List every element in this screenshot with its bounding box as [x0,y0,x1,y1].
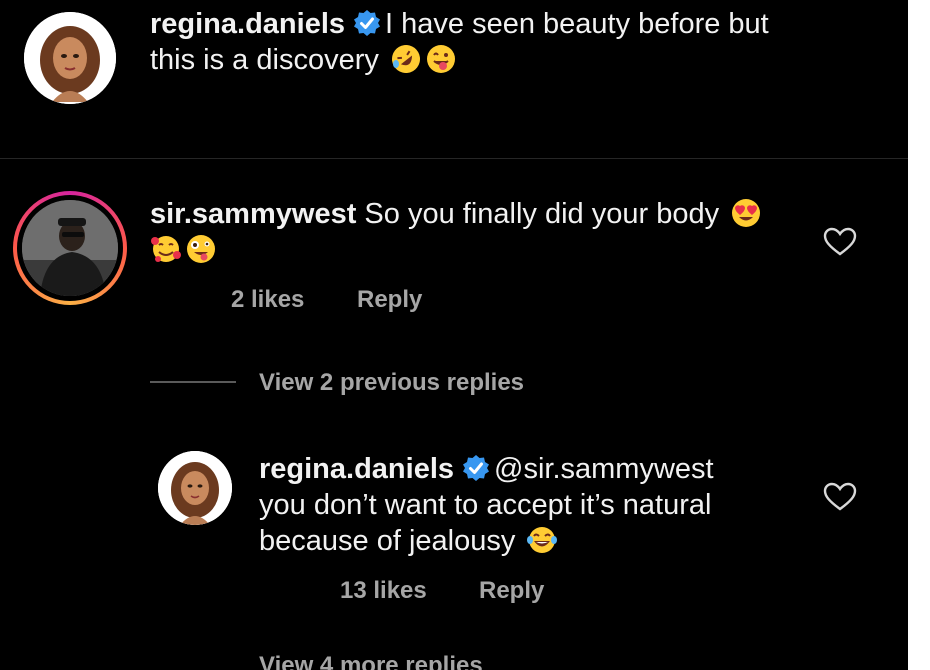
zany-face-emoji-icon [185,233,217,265]
avatar[interactable] [22,200,118,296]
tears-of-joy-emoji-icon [526,524,558,556]
story-ring[interactable] [13,191,127,305]
profile-photo-sammy [22,200,118,296]
comment-likes-count[interactable]: 2 likes [231,286,304,314]
caption-username[interactable]: regina.daniels [150,8,345,40]
like-heart-icon[interactable] [823,227,857,257]
caption-line1: I have seen beauty before but [385,8,769,40]
avatar[interactable] [24,12,116,104]
like-heart-icon[interactable] [823,482,857,512]
comment-line1: So you finally did your body [364,198,720,230]
reply-reply-button[interactable]: Reply [479,577,544,605]
reply-mention[interactable]: @sir.sammywest [494,453,714,485]
verified-badge-icon [353,9,381,37]
verified-badge-icon [462,454,490,482]
comments-panel: regina.daniels I have seen beauty before … [0,0,908,670]
reply-text: regina.daniels @sir.sammywest you don’t w… [259,451,819,559]
caption-line2: this is a discovery [150,44,379,76]
view-more-replies[interactable]: View 4 more replies [259,652,483,670]
reply-line3: because of jealousy [259,525,516,557]
comment-text: sir.sammywest So you finally did your bo… [150,196,810,268]
section-divider [0,158,908,159]
reply-likes-count[interactable]: 13 likes [340,577,427,605]
avatar[interactable] [158,451,232,525]
caption-text: regina.daniels I have seen beauty before … [150,6,890,78]
view-previous-replies[interactable]: View 2 previous replies [259,369,524,397]
profile-photo-regina [24,12,116,104]
comment-reply-button[interactable]: Reply [357,286,422,314]
rofl-emoji-icon [390,43,422,75]
reply-username[interactable]: regina.daniels [259,453,454,485]
comment-username[interactable]: sir.sammywest [150,198,356,230]
tongue-wink-emoji-icon [425,43,457,75]
heart-eyes-emoji-icon [730,197,762,229]
thread-line [150,381,236,383]
smiling-hearts-emoji-icon [150,233,182,265]
reply-line2: you don’t want to accept it’s natural [259,489,712,521]
profile-photo-regina [158,451,232,525]
